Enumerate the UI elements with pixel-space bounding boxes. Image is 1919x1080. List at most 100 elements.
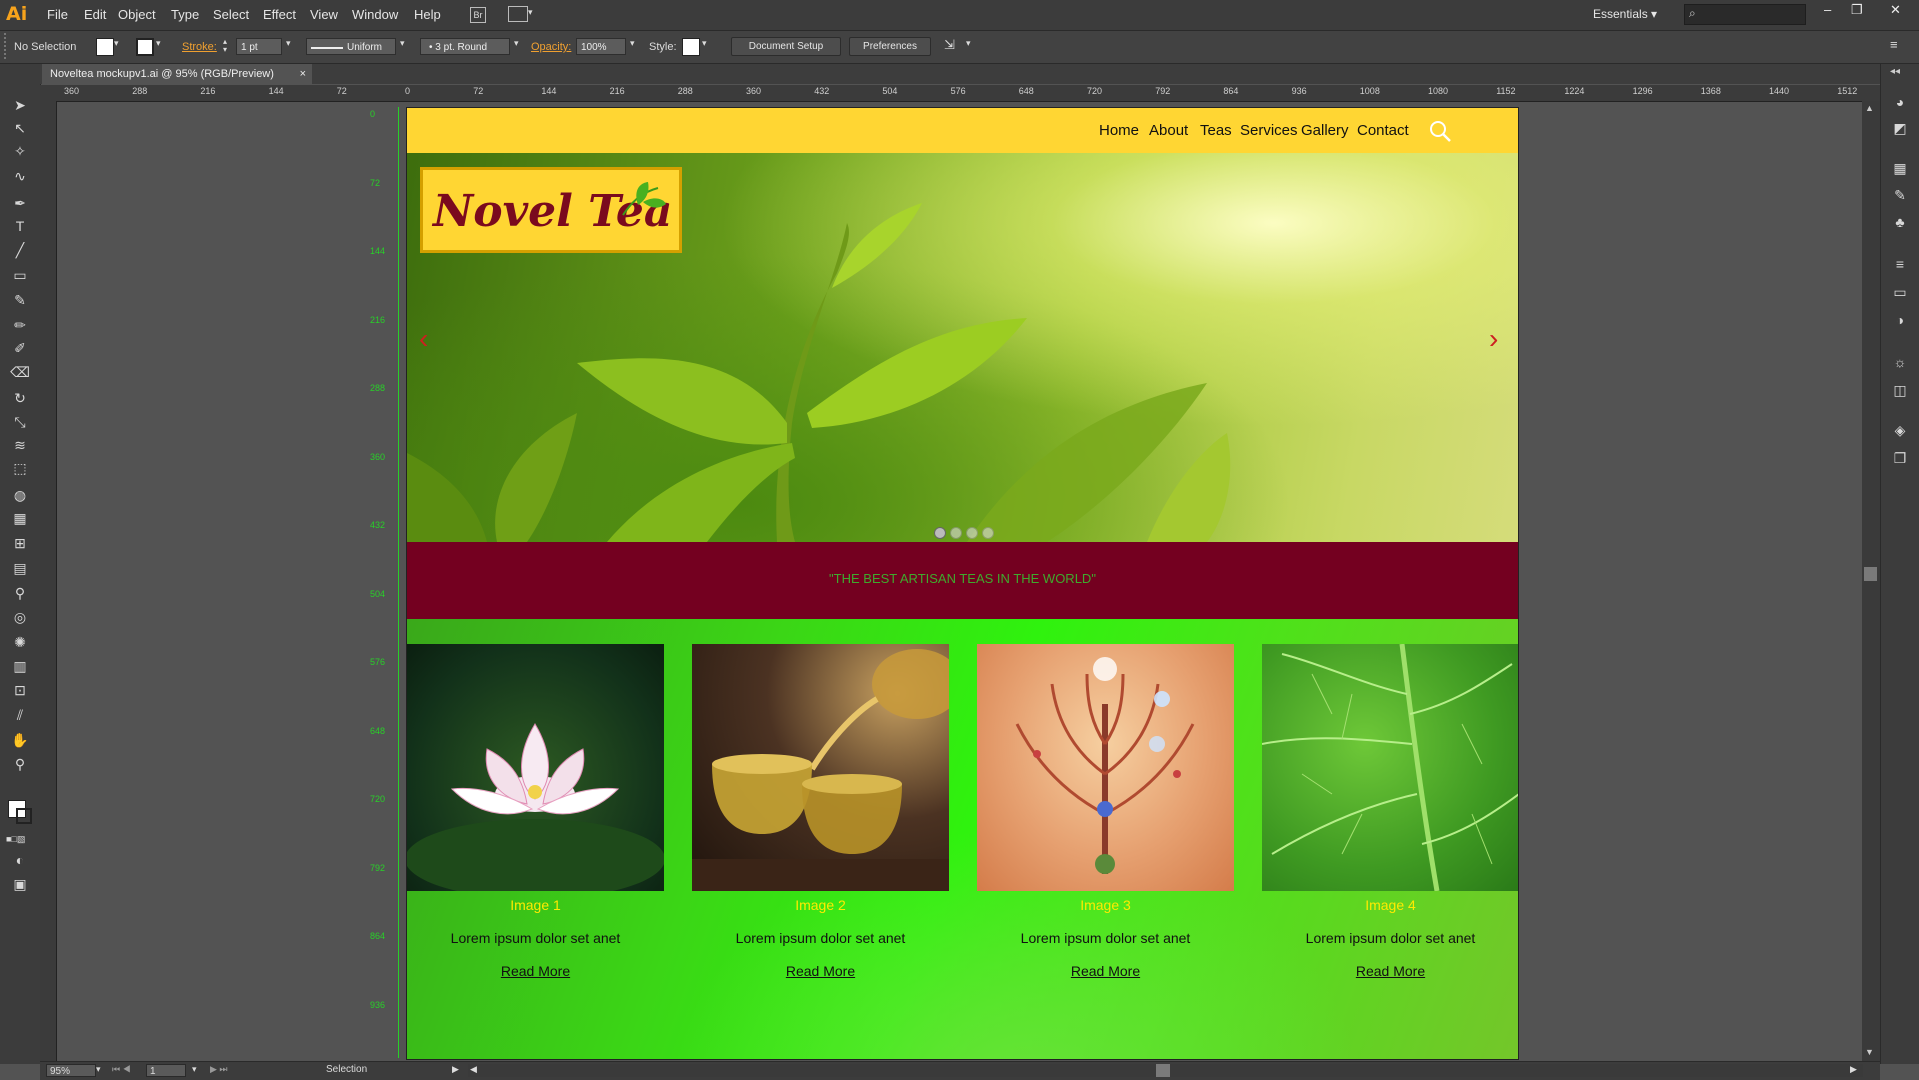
scroll-down-icon[interactable]: ▼: [1865, 1047, 1874, 1057]
selection-tool-icon[interactable]: ➤: [10, 95, 30, 115]
shape-builder-tool-icon[interactable]: ◍: [10, 485, 30, 505]
close-tab-icon[interactable]: ×: [300, 64, 306, 84]
menu-view[interactable]: View: [310, 7, 338, 22]
symbol-sprayer-tool-icon[interactable]: ✺: [10, 632, 30, 652]
stroke-label[interactable]: Stroke:: [182, 41, 217, 53]
scale-tool-icon[interactable]: ⤡: [10, 412, 30, 432]
site-logo[interactable]: Novel Tea: [420, 167, 682, 253]
stroke-weight-field[interactable]: 1 pt: [236, 38, 282, 55]
menu-file[interactable]: File: [47, 7, 68, 22]
document-setup-button[interactable]: Document Setup: [731, 37, 841, 56]
eraser-tool-icon[interactable]: ⌫: [10, 362, 30, 382]
slider-dot-active[interactable]: [934, 527, 946, 539]
lotus-image[interactable]: [407, 644, 664, 891]
arrange-documents-icon[interactable]: [508, 6, 528, 22]
menu-help[interactable]: Help: [414, 7, 441, 22]
rectangle-tool-icon[interactable]: ▭: [10, 265, 30, 285]
variable-width-profile[interactable]: Uniform: [306, 38, 396, 55]
appearance-panel-icon[interactable]: ☼: [1890, 352, 1910, 372]
vertical-scrollbar[interactable]: ▲ ▼: [1862, 101, 1880, 1061]
collapse-panels-icon[interactable]: ◂◂: [1890, 66, 1900, 77]
bridge-icon[interactable]: Br: [470, 7, 486, 23]
pen-tool-icon[interactable]: ✒: [10, 193, 30, 213]
chevron-down-icon[interactable]: ▾: [966, 38, 971, 49]
slider-dot[interactable]: [950, 527, 962, 539]
vertical-scroll-thumb[interactable]: [1864, 567, 1877, 581]
transparency-panel-icon[interactable]: ◑: [1890, 310, 1910, 330]
menu-select[interactable]: Select: [213, 7, 249, 22]
lasso-tool-icon[interactable]: ∿: [10, 166, 30, 186]
chevron-down-icon[interactable]: ▾: [286, 38, 291, 49]
status-menu-arrow-icon[interactable]: ▶: [452, 1064, 459, 1075]
menu-effect[interactable]: Effect: [263, 7, 296, 22]
zoom-dropdown-icon[interactable]: ▾: [96, 1064, 101, 1075]
slice-tool-icon[interactable]: ⫽: [10, 705, 30, 725]
nav-contact[interactable]: Contact: [1357, 122, 1409, 139]
gradient-panel-icon[interactable]: ▭: [1890, 282, 1910, 302]
nav-services[interactable]: Services: [1240, 122, 1298, 139]
arrange-icon[interactable]: ⇲: [944, 37, 955, 53]
artboard-tool-icon[interactable]: ⊡: [10, 680, 30, 700]
artboard-last-icon[interactable]: ▶ ⏭: [210, 1064, 228, 1075]
slider-prev-arrow-icon[interactable]: ‹: [419, 323, 428, 355]
drawing-mode-icon[interactable]: ◐: [10, 850, 30, 870]
read-more-link[interactable]: Read More: [407, 963, 664, 979]
opacity-field[interactable]: 100%: [576, 38, 626, 55]
chevron-down-icon[interactable]: ▾: [630, 38, 635, 49]
rotate-tool-icon[interactable]: ↻: [10, 388, 30, 408]
read-more-link[interactable]: Read More: [692, 963, 949, 979]
symbols-panel-icon[interactable]: ♣: [1890, 212, 1910, 232]
fill-dropdown-icon[interactable]: ▾: [114, 38, 119, 49]
search-icon[interactable]: [1429, 120, 1453, 144]
color-guide-icon[interactable]: ◩: [1890, 118, 1910, 138]
graphic-styles-panel-icon[interactable]: ◫: [1890, 380, 1910, 400]
swatches-panel-icon[interactable]: ▦: [1890, 158, 1910, 178]
stroke-dropdown-icon[interactable]: ▾: [156, 38, 161, 49]
brushes-panel-icon[interactable]: ✎: [1890, 185, 1910, 205]
type-tool-icon[interactable]: T: [10, 216, 30, 236]
fill-swatch[interactable]: [96, 38, 114, 56]
hero-slider[interactable]: Novel Tea ‹ ›: [407, 153, 1518, 542]
menu-window[interactable]: Window: [352, 7, 398, 22]
chevron-down-icon[interactable]: ▾: [400, 38, 405, 49]
help-search-input[interactable]: ⌕: [1684, 4, 1806, 25]
chevron-down-icon[interactable]: ▾: [514, 38, 519, 49]
pencil-tool-icon[interactable]: ✏: [10, 315, 30, 335]
preferences-button[interactable]: Preferences: [849, 37, 931, 56]
slider-next-arrow-icon[interactable]: ›: [1489, 323, 1498, 355]
opacity-label[interactable]: Opacity:: [531, 41, 571, 53]
magic-wand-tool-icon[interactable]: ✧: [10, 141, 30, 161]
blob-brush-tool-icon[interactable]: ✐: [10, 338, 30, 358]
vertical-ruler[interactable]: [40, 101, 57, 1061]
tree-of-life-image[interactable]: [977, 644, 1234, 891]
zoom-level-field[interactable]: 95%: [46, 1064, 96, 1077]
workspace-switcher[interactable]: Essentials ▾: [1593, 7, 1657, 21]
hand-tool-icon[interactable]: ✋: [10, 730, 30, 750]
screen-mode-icon[interactable]: ▣: [10, 874, 30, 894]
free-transform-tool-icon[interactable]: ⬚: [10, 458, 30, 478]
panel-grip[interactable]: [4, 33, 9, 59]
close-window-button[interactable]: ✕: [1890, 2, 1901, 18]
tea-pouring-image[interactable]: [692, 644, 949, 891]
artboard-number-field[interactable]: 1: [146, 1064, 186, 1077]
artboard[interactable]: Home About Teas Services Gallery Contact…: [406, 107, 1519, 1060]
stroke-panel-icon[interactable]: ≡: [1890, 254, 1910, 274]
chevron-down-icon[interactable]: ▾: [528, 7, 533, 18]
blend-tool-icon[interactable]: ◎: [10, 607, 30, 627]
read-more-link[interactable]: Read More: [977, 963, 1234, 979]
document-tab[interactable]: Noveltea mockupv1.ai @ 95% (RGB/Preview)…: [42, 64, 312, 84]
panel-menu-icon[interactable]: ≡: [1890, 37, 1898, 52]
stroke-swatch[interactable]: [136, 38, 154, 56]
graphic-style-swatch[interactable]: [682, 38, 700, 56]
brush-definition[interactable]: • 3 pt. Round: [420, 38, 510, 55]
menu-edit[interactable]: Edit: [84, 7, 106, 22]
mesh-tool-icon[interactable]: ⊞: [10, 533, 30, 553]
stroke-color-icon[interactable]: [16, 808, 32, 824]
scroll-right-icon[interactable]: ▶: [1850, 1064, 1857, 1075]
layers-panel-icon[interactable]: ◈: [1890, 420, 1910, 440]
eyedropper-tool-icon[interactable]: ⚲: [10, 583, 30, 603]
perspective-grid-tool-icon[interactable]: ▦: [10, 508, 30, 528]
artboard-first-icon[interactable]: ⏮ ◀: [112, 1064, 131, 1075]
nav-home[interactable]: Home: [1099, 122, 1139, 139]
nav-about[interactable]: About: [1149, 122, 1188, 139]
